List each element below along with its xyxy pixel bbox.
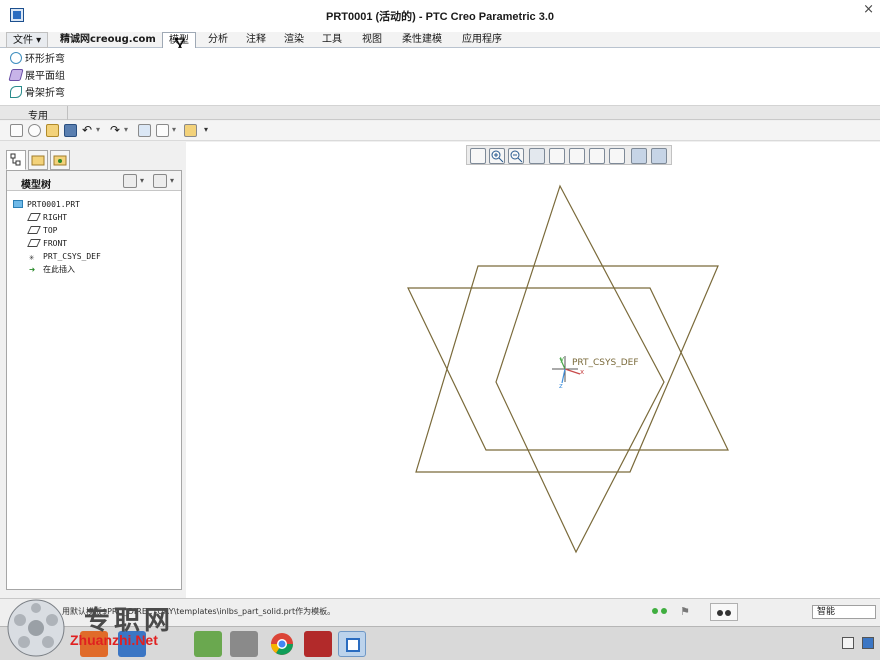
- regenerate-icon[interactable]: [138, 124, 151, 137]
- window-title: PRT0001 (活动的) - PTC Creo Parametric 3.0: [325, 11, 555, 23]
- part-icon: [13, 200, 23, 208]
- regen-status-icon-2: [661, 608, 667, 614]
- customize-icon[interactable]: ▾: [204, 125, 208, 134]
- toroidal-bend-icon: [10, 52, 22, 64]
- screen-recorder-icon[interactable]: [304, 631, 332, 657]
- tray-network-icon[interactable]: [862, 637, 874, 649]
- binoculars-icon: [717, 610, 731, 616]
- tab-annotate[interactable]: 注释: [240, 32, 272, 48]
- regen-status-icon[interactable]: [652, 608, 658, 614]
- favorites-icon: [53, 155, 67, 166]
- undo-dropdown-icon[interactable]: ▾: [96, 125, 100, 134]
- find-button[interactable]: [710, 603, 738, 621]
- spinal-bend-icon: [10, 86, 22, 98]
- windows-icon[interactable]: [156, 124, 169, 137]
- open-recent-icon[interactable]: [28, 124, 41, 137]
- ribbon-group-label-row: 专用: [0, 106, 880, 122]
- tab-tools[interactable]: 工具: [316, 32, 348, 48]
- model-tree-header: 模型树 ▾ ▾: [7, 171, 181, 191]
- open-icon[interactable]: [46, 124, 59, 137]
- model-tree-title: 模型树: [21, 180, 51, 191]
- tree-item-top[interactable]: TOP: [27, 224, 57, 237]
- tree-item-insert-here[interactable]: ➜ 在此插入: [29, 263, 75, 276]
- tree-settings-dropdown-icon[interactable]: ▾: [140, 176, 144, 185]
- new-icon[interactable]: [10, 124, 23, 137]
- tab-applications[interactable]: 应用程序: [456, 32, 508, 48]
- windows-dropdown-icon[interactable]: ▾: [172, 125, 176, 134]
- tab-file[interactable]: 文件 ▾: [6, 32, 49, 48]
- graphics-toolbar: [466, 145, 672, 165]
- tray-icon[interactable]: [842, 637, 854, 649]
- csys-axis-z: z: [559, 382, 563, 390]
- ggc-icon[interactable]: [230, 631, 258, 657]
- creo-icon[interactable]: [338, 631, 366, 657]
- chrome-icon[interactable]: [268, 631, 296, 657]
- ribbon-tab-bar: 文件 ▾ 精诚网creoug.com 模型 分析 注释 渲染 工具 视图 柔性建…: [0, 32, 880, 54]
- repaint-icon[interactable]: [529, 148, 545, 164]
- ribbon-panel: 环形折弯 展平面组 骨架折弯: [0, 48, 880, 106]
- graphics-window[interactable]: y x z PRT_CSYS_DEF: [186, 142, 880, 598]
- insert-here-arrow-icon: ➜: [29, 265, 36, 276]
- tab-render[interactable]: 渲染: [278, 32, 310, 48]
- save-icon[interactable]: [64, 124, 77, 137]
- annotation-display-icon[interactable]: [651, 148, 667, 164]
- navigator-panel: 模型树 ▾ ▾ PRT0001.PRT RIGHT TOP FRONT ✳ PRT…: [0, 142, 186, 598]
- csys-axis-y: y: [560, 355, 564, 363]
- watermark: 专职网 Zhuanzhi.Net: [6, 598, 186, 660]
- model-tree: 模型树 ▾ ▾ PRT0001.PRT RIGHT TOP FRONT ✳ PRT…: [6, 170, 182, 590]
- quick-access-toolbar: ↶ ▾ ↷ ▾ ▾ ▾: [0, 121, 880, 141]
- model-tree-icon: [10, 153, 21, 166]
- title-bar: PRT0001 (活动的) - PTC Creo Parametric 3.0 …: [0, 0, 880, 32]
- tab-creoug[interactable]: 精诚网creoug.com: [54, 32, 162, 48]
- datum-plane-icon: [27, 226, 41, 234]
- folder-browser-icon: [31, 155, 45, 166]
- tab-view[interactable]: 视图: [356, 32, 388, 48]
- refit-icon[interactable]: [470, 148, 486, 164]
- saved-orientations-icon[interactable]: [569, 148, 585, 164]
- spinal-bend-button[interactable]: 骨架折弯: [10, 86, 65, 102]
- selection-filter-select[interactable]: 智能: [812, 605, 876, 619]
- datum-plane-icon: [27, 213, 41, 221]
- redo-dropdown-icon[interactable]: ▾: [124, 125, 128, 134]
- tree-settings-icon[interactable]: [123, 174, 137, 188]
- group-label-special[interactable]: 专用: [28, 107, 48, 122]
- view-manager-icon[interactable]: [589, 148, 605, 164]
- tree-item-csys[interactable]: ✳ PRT_CSYS_DEF: [29, 250, 101, 263]
- watermark-subtext: Zhuanzhi.Net: [70, 632, 158, 648]
- tab-analysis[interactable]: 分析: [202, 32, 234, 48]
- watermark-ball-logo: [7, 599, 65, 657]
- tree-item-right[interactable]: RIGHT: [27, 211, 67, 224]
- undo-icon[interactable]: ↶: [82, 123, 92, 137]
- csys-axis-x: x: [580, 368, 584, 376]
- favorites-tab[interactable]: [50, 150, 70, 170]
- tree-show-dropdown-icon[interactable]: ▾: [170, 176, 174, 185]
- redo-icon[interactable]: ↷: [110, 123, 120, 137]
- map-icon[interactable]: [194, 631, 222, 657]
- csys-icon: ✳: [29, 253, 35, 263]
- flatten-quilt-icon: [8, 69, 24, 81]
- zoom-in-icon[interactable]: [489, 148, 505, 164]
- flag-icon[interactable]: ⚑: [680, 605, 690, 618]
- tree-item-front[interactable]: FRONT: [27, 237, 67, 250]
- close-window-icon[interactable]: [184, 124, 197, 137]
- zoom-out-icon[interactable]: [508, 148, 524, 164]
- group-divider: [67, 106, 68, 120]
- datum-planes-view: y x z PRT_CSYS_DEF: [407, 184, 729, 554]
- spin-center-icon[interactable]: [631, 148, 647, 164]
- flatten-quilt-button[interactable]: 展平面组: [8, 69, 65, 85]
- folder-browser-tab[interactable]: [28, 150, 48, 170]
- tree-item-part[interactable]: PRT0001.PRT: [13, 198, 80, 211]
- datum-plane-icon: [27, 239, 41, 247]
- tab-flexible-modeling[interactable]: 柔性建模: [396, 32, 448, 48]
- csys-label: PRT_CSYS_DEF: [572, 358, 639, 368]
- tree-show-icon[interactable]: [153, 174, 167, 188]
- datum-display-icon[interactable]: [609, 148, 625, 164]
- close-icon[interactable]: ×: [863, 2, 874, 17]
- display-style-icon[interactable]: [549, 148, 565, 164]
- toroidal-bend-button[interactable]: 环形折弯: [10, 52, 65, 68]
- model-tree-tab[interactable]: [6, 150, 26, 170]
